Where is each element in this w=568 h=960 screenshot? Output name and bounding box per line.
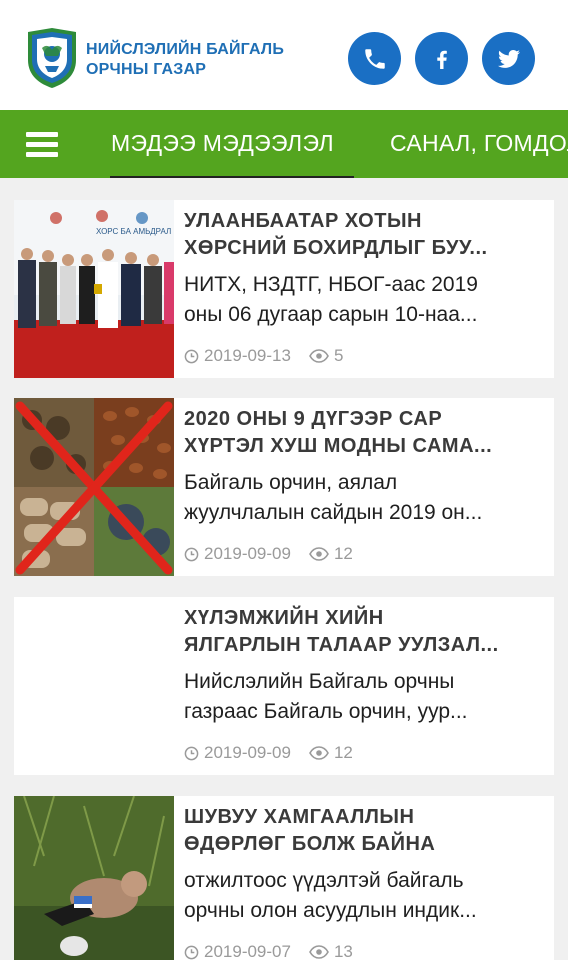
- news-title-line1: УЛААНБААТАР ХОТЫН: [184, 210, 422, 232]
- nav-item-news[interactable]: МЭДЭЭ МЭДЭЭЛЭЛ: [111, 130, 334, 157]
- news-thumbnail-blank[interactable]: [14, 597, 174, 775]
- news-title[interactable]: УЛААНБААТАР ХОТЫН ХӨРСНИЙ БОХИРДЛЫГ БУУ.…: [184, 208, 548, 262]
- main-nav: МЭДЭЭ МЭДЭЭЛЭЛ САНАЛ, ГОМДОЛ: [0, 110, 568, 178]
- news-title-line2: ӨДӨРЛӨГ БОЛЖ БАЙНА: [184, 833, 436, 855]
- news-date: 2019-09-13: [204, 346, 291, 365]
- news-title-line2: ХҮРТЭЛ ХУШ МОДНЫ САМА...: [184, 435, 493, 457]
- news-summary-line1: Нийслэлийн Байгаль орчны: [184, 670, 455, 693]
- phone-icon: [364, 48, 385, 69]
- news-meta: 2019-09-13 5: [184, 346, 343, 366]
- news-meta: 2019-09-07 13: [184, 942, 353, 960]
- news-thumbnail-pine-nuts[interactable]: [14, 398, 174, 576]
- news-summary-line1: Байгаль орчин, аялал: [184, 471, 398, 494]
- news-title-line2: ЯЛГАРЛЫН ТАЛААР УУЛЗАЛ...: [184, 634, 499, 656]
- news-summary: Байгаль орчин, аялал жуулчлалын сайдын 2…: [184, 468, 546, 528]
- news-title-line1: ШУВУУ ХАМГААЛЛЫН: [184, 806, 415, 828]
- news-title-line1: ХҮЛЭМЖИЙН ХИЙН: [184, 607, 384, 629]
- news-card[interactable]: 2020 ОНЫ 9 ДҮГЭЭР САР ХҮРТЭЛ ХУШ МОДНЫ С…: [14, 398, 554, 576]
- twitter-button[interactable]: [482, 32, 535, 85]
- news-title-line2: ХӨРСНИЙ БОХИРДЛЫГ БУУ...: [184, 237, 488, 259]
- eye-icon: [309, 746, 329, 760]
- news-thumbnail-ceremony[interactable]: ХОРС БА АМЬДРАЛ: [14, 200, 174, 378]
- news-summary-line1: НИТХ, НЗДТГ, НБОГ-аас 2019: [184, 273, 478, 296]
- news-summary: НИТХ, НЗДТГ, НБОГ-аас 2019 оны 06 дугаар…: [184, 270, 546, 330]
- eye-icon: [309, 349, 329, 363]
- twitter-icon: [497, 49, 520, 68]
- news-title[interactable]: ХҮЛЭМЖИЙН ХИЙН ЯЛГАРЛЫН ТАЛААР УУЛЗАЛ...: [184, 605, 548, 659]
- news-views: 13: [333, 942, 353, 960]
- news-title[interactable]: 2020 ОНЫ 9 ДҮГЭЭР САР ХҮРТЭЛ ХУШ МОДНЫ С…: [184, 406, 548, 460]
- organization-name-line1: НИЙСЛЭЛИЙН БАЙГАЛЬ: [86, 41, 285, 58]
- news-card[interactable]: ХОРС БА АМЬДРАЛ УЛААНБААТАР ХОТЫН ХӨРСНИ…: [14, 200, 554, 378]
- organization-name[interactable]: НИЙСЛЭЛИЙН БАЙГАЛЬ ОРЧНЫ ГАЗАР: [86, 40, 284, 80]
- news-views: 12: [333, 544, 353, 563]
- news-views: 12: [333, 743, 353, 762]
- news-summary-line2: оны 06 дугаар сарын 10-наа...: [184, 303, 478, 326]
- clock-icon: [184, 746, 199, 760]
- facebook-button[interactable]: [415, 32, 468, 85]
- news-thumbnail-bird[interactable]: [14, 796, 174, 960]
- phone-button[interactable]: [348, 32, 401, 85]
- news-summary: отжилтоос үүдэлтэй байгаль орчны олон ас…: [184, 866, 546, 926]
- news-summary-line2: жуулчлалын сайдын 2019 он...: [184, 501, 483, 524]
- news-title-line1: 2020 ОНЫ 9 ДҮГЭЭР САР: [184, 408, 443, 430]
- news-summary-line1: отжилтоос үүдэлтэй байгаль: [184, 869, 464, 892]
- site-header: НИЙСЛЭЛИЙН БАЙГАЛЬ ОРЧНЫ ГАЗАР: [0, 0, 568, 110]
- news-summary-line2: орчны олон асуудлын индик...: [184, 899, 477, 922]
- clock-icon: [184, 547, 199, 561]
- eye-icon: [309, 547, 329, 561]
- news-date: 2019-09-07: [204, 942, 291, 960]
- news-summary-line2: газраас Байгаль орчин, уур...: [184, 700, 468, 723]
- news-views: 5: [333, 346, 344, 365]
- news-date: 2019-09-09: [204, 743, 291, 762]
- menu-icon[interactable]: [26, 132, 58, 158]
- news-card[interactable]: ХҮЛЭМЖИЙН ХИЙН ЯЛГАРЛЫН ТАЛААР УУЛЗАЛ...…: [14, 597, 554, 775]
- news-card[interactable]: ШУВУУ ХАМГААЛЛЫН ӨДӨРЛӨГ БОЛЖ БАЙНА отжи…: [14, 796, 554, 960]
- eye-icon: [309, 945, 329, 959]
- active-nav-indicator: [110, 176, 354, 178]
- thumbnail-banner-text: ХОРС БА АМЬДРАЛ: [96, 227, 171, 236]
- news-summary: Нийслэлийн Байгаль орчны газраас Байгаль…: [184, 667, 546, 727]
- facebook-icon: [436, 50, 447, 69]
- news-meta: 2019-09-09 12: [184, 544, 353, 564]
- news-meta: 2019-09-09 12: [184, 743, 353, 763]
- organization-name-line2: ОРЧНЫ ГАЗАР: [86, 61, 207, 78]
- logo-emblem[interactable]: [24, 26, 80, 90]
- nav-item-feedback[interactable]: САНАЛ, ГОМДОЛ: [390, 130, 568, 157]
- news-date: 2019-09-09: [204, 544, 291, 563]
- clock-icon: [184, 945, 199, 959]
- news-title[interactable]: ШУВУУ ХАМГААЛЛЫН ӨДӨРЛӨГ БОЛЖ БАЙНА: [184, 804, 548, 858]
- clock-icon: [184, 349, 199, 363]
